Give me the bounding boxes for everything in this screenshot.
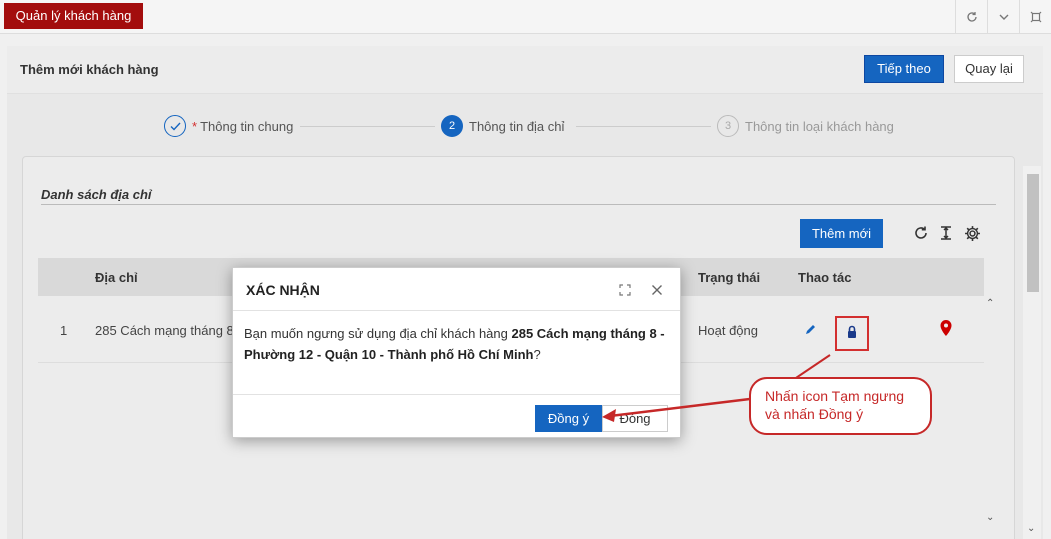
scroll-up-arrow[interactable]: ⌃ [986,298,994,309]
row-index: 1 [60,323,68,338]
dialog-divider [233,394,680,395]
add-address-button[interactable]: Thêm mới [800,219,883,248]
table-scrollbar[interactable]: ⌃ ⌄ [982,296,998,532]
step-general-info[interactable]: * Thông tin chung [164,115,293,137]
confirm-dialog: XÁC NHẬN Bạn muốn ngưng sử dụng địa chỉ … [232,267,681,438]
step-customer-type-info[interactable]: 3 Thông tin loại khách hàng [717,115,894,137]
required-mark: * [192,118,198,134]
fullscreen-icon[interactable] [1019,0,1051,34]
step-number: 3 [717,115,739,137]
step-address-info[interactable]: 2 Thông tin địa chỉ [441,115,564,137]
column-height-icon[interactable] [936,223,956,243]
next-button[interactable]: Tiếp theo [864,55,944,83]
message-suffix: ? [533,347,541,362]
column-header-status[interactable]: Trạng thái [698,270,760,285]
scroll-down-arrow[interactable]: ⌄ [986,512,994,523]
suspend-lock-button[interactable] [835,316,869,351]
stepper-connector [576,126,711,127]
dialog-message: Bạn muốn ngưng sử dụng địa chỉ khách hàn… [244,323,669,365]
annotation-line: Nhấn icon Tạm ngưng [765,388,905,404]
row-address: 285 Cách mạng tháng 8 - [95,323,242,338]
section-title: Danh sách địa chỉ [41,187,152,202]
app-tab-customer-management[interactable]: Quản lý khách hàng [4,3,143,29]
settings-icon[interactable] [962,223,982,243]
message-text: Bạn muốn ngưng sử dụng địa chỉ khách hàn… [244,326,512,341]
column-header-address[interactable]: Địa chỉ [95,270,138,285]
annotation-callout: Nhấn icon Tạm ngưng và nhấn Đồng ý [749,377,932,435]
page-title: Thêm mới khách hàng [20,62,159,77]
map-pin-icon[interactable] [939,319,953,340]
edit-icon[interactable] [804,323,817,339]
stepper-connector [300,126,435,127]
page-scrollbar[interactable]: ⌄ [1023,166,1041,539]
scroll-down-arrow[interactable]: ⌄ [1027,523,1035,534]
dialog-title: XÁC NHẬN [246,282,320,298]
close-button[interactable]: Đóng [602,405,668,432]
page-header: Thêm mới khách hàng Tiếp theo Quay lại [7,46,1043,94]
confirm-button[interactable]: Đồng ý [535,405,602,432]
check-icon [164,115,186,137]
step-label: Thông tin loại khách hàng [745,118,894,134]
annotation-line: và nhấn Đồng ý [765,406,864,422]
section-divider [41,204,996,205]
back-button[interactable]: Quay lại [954,55,1024,83]
expand-icon[interactable] [617,282,633,298]
close-icon[interactable] [649,282,665,298]
row-status: Hoạt động [698,323,758,338]
step-label: Thông tin địa chỉ [469,118,565,134]
top-bar: Quản lý khách hàng [0,0,1051,34]
step-label: Thông tin chung [200,118,294,134]
refresh-icon[interactable] [911,223,931,243]
window-controls [955,0,1051,34]
column-header-actions: Thao tác [798,270,852,285]
scrollbar-thumb[interactable] [1027,174,1039,292]
lock-icon [846,325,858,342]
dialog-divider [233,310,680,311]
chevron-down-icon[interactable] [987,0,1019,34]
refresh-icon[interactable] [955,0,987,34]
step-number: 2 [441,115,463,137]
